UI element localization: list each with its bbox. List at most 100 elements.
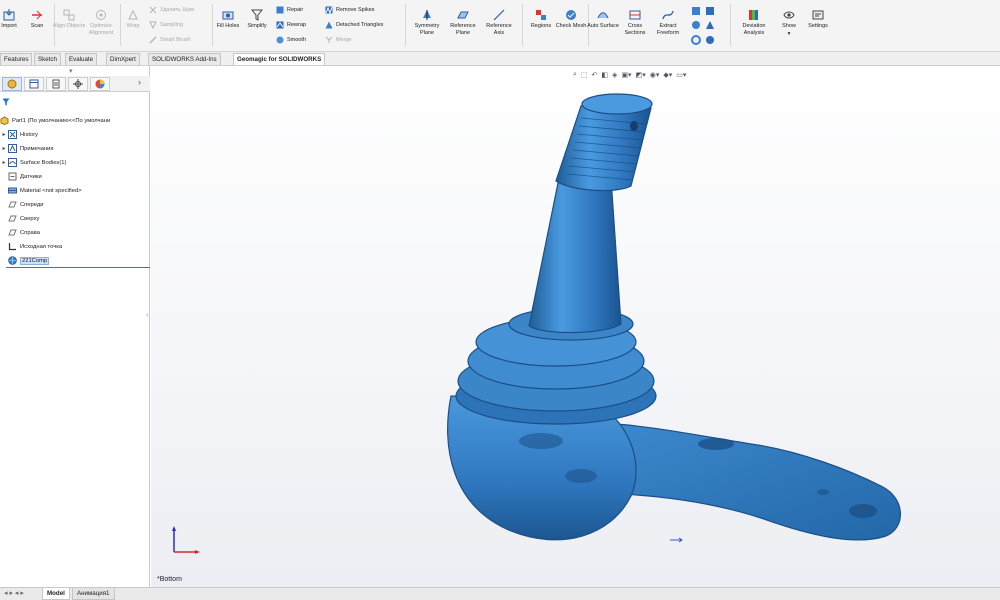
primitive-shapes-grid[interactable] — [690, 5, 720, 47]
property-manager-tab[interactable] — [24, 77, 44, 91]
crosshair-icon — [73, 79, 83, 89]
ball-joint-mesh-model[interactable] — [151, 66, 1000, 587]
tree-item-label: Сверху — [20, 215, 40, 222]
brush-icon — [149, 35, 157, 44]
view-triad-icon — [172, 526, 200, 554]
annotations-icon — [8, 144, 17, 153]
tab-sketch[interactable]: Sketch — [34, 53, 61, 65]
wrap-button[interactable]: Wrap — [116, 0, 150, 30]
reference-axis-button[interactable]: Reference Axis — [482, 0, 516, 37]
cotter-pin-hole — [630, 121, 638, 131]
tab-evaluate[interactable]: Evaluate — [65, 53, 98, 65]
regions-button[interactable]: Regions — [524, 0, 558, 30]
detached-triangles-label: Detached Triangles — [336, 21, 384, 28]
optimize-icon — [95, 8, 108, 21]
optimize-alignment-button[interactable]: Optimize Alignment — [84, 0, 118, 37]
simplify-label: Simplify — [247, 23, 267, 29]
chevron-right-icon[interactable]: › — [138, 77, 141, 87]
display-manager-tab[interactable] — [90, 77, 110, 91]
repair-label: Repair — [287, 6, 304, 13]
repair-button[interactable]: Repair — [276, 4, 303, 15]
graphics-viewport[interactable]: ⌕ ⬚ ↶ ◧ ◈ ▣▾ ◩▾ ◉▾ ◆▾ ▭▾ *Bottom — [151, 66, 1000, 587]
merge-button[interactable]: Merge — [325, 34, 352, 45]
spikes-icon — [325, 6, 333, 14]
tree-item-origin[interactable]: Исходная точка — [0, 240, 150, 253]
configuration-icon — [52, 79, 60, 89]
tab-features[interactable]: Features — [0, 53, 33, 65]
deviation-analysis-button[interactable]: Deviation Analysis — [737, 0, 771, 37]
tree-item-mesh-221comp[interactable]: 221Comp — [0, 254, 150, 267]
align-objects-button[interactable]: Align Objects — [52, 0, 86, 30]
part-icon — [0, 116, 9, 125]
symmetry-plane-button[interactable]: Symmetry Plane — [410, 0, 444, 37]
tree-item-label: Material <not specified> — [20, 187, 82, 194]
detached-triangles-button[interactable]: Detached Triangles — [325, 19, 383, 30]
feature-tree-tab[interactable] — [2, 77, 22, 91]
fill-holes-icon — [222, 8, 235, 21]
rollback-bar[interactable] — [6, 267, 150, 268]
symmetry-plane-label: Symmetry Plane — [414, 23, 440, 36]
settings-button[interactable]: Settings — [801, 0, 835, 30]
tree-item-plane-top[interactable]: Сверху — [0, 212, 150, 225]
tree-item-plane-front[interactable]: Спереди — [0, 198, 150, 211]
auto-surface-button[interactable]: Auto Surface — [586, 0, 620, 30]
deviation-analysis-label: Deviation Analysis — [742, 23, 766, 36]
check-mesh-button[interactable]: Check Mesh — [554, 0, 588, 30]
expand-arrow-icon[interactable]: ▸ — [0, 131, 8, 138]
extract-freeform-label: Extract Freeform — [656, 23, 680, 36]
delete-noise-button[interactable]: Удалить Шум — [149, 4, 194, 15]
import-label: Import — [1, 23, 17, 29]
cross-sections-icon — [629, 8, 642, 21]
tree-item-label: Справа — [20, 229, 41, 236]
plane-icon — [8, 214, 17, 223]
tree-root-part[interactable]: Part1 (По умолчанию<<По умолчани — [0, 114, 150, 127]
dimxpert-manager-tab[interactable] — [68, 77, 88, 91]
collapse-pane-arrow-icon[interactable]: ‹ — [146, 312, 148, 319]
sampling-button[interactable]: Sampling — [149, 19, 183, 30]
cross-sections-button[interactable]: Cross Sections — [618, 0, 652, 37]
tree-item-plane-right[interactable]: Справа — [0, 226, 150, 239]
merge-label: Merge — [336, 36, 352, 43]
filter-icon — [2, 98, 10, 106]
settings-label: Settings — [808, 23, 828, 29]
tree-item-surface-bodies[interactable]: ▸ Surface Bodies(1) — [0, 156, 150, 169]
tree-item-material[interactable]: Material <not specified> — [0, 184, 150, 197]
reference-plane-button[interactable]: Reference Plane — [446, 0, 480, 37]
eye-icon — [783, 8, 796, 21]
extract-freeform-button[interactable]: Extract Freeform — [651, 0, 685, 37]
tree-item-history[interactable]: ▸ History — [0, 128, 150, 141]
align-objects-label: Align Objects — [52, 23, 86, 29]
rewrap-button[interactable]: Rewrap — [276, 19, 306, 30]
tab-geomagic-for-solidworks[interactable]: Geomagic for SOLIDWORKS — [233, 53, 326, 65]
tab-dimxpert[interactable]: DimXpert — [106, 53, 140, 65]
tree-item-label: Датчики — [20, 173, 42, 180]
sampling-icon — [149, 21, 157, 29]
scan-button[interactable]: Scan — [20, 0, 54, 30]
tab-solidworks-add-ins[interactable]: SOLIDWORKS Add-Ins — [148, 53, 221, 65]
tab-model[interactable]: Model — [42, 588, 70, 600]
ribbon-separator — [405, 4, 406, 46]
tree-item-label: Примечания — [20, 145, 54, 152]
tree-item-sensors[interactable]: Датчики — [0, 170, 150, 183]
command-manager-ribbon: Import Scan Align Objects Optimize Align… — [0, 0, 1000, 52]
scroll-tabs-arrows-icon[interactable]: ◂ ▸ ◂ ▸ — [4, 589, 24, 597]
filter-bar[interactable] — [0, 96, 150, 108]
expand-arrow-icon[interactable]: ▸ — [0, 159, 8, 166]
check-mesh-icon — [565, 8, 578, 21]
view-orientation-label: *Bottom — [157, 576, 182, 583]
surface-bodies-icon — [8, 158, 17, 167]
simplify-button[interactable]: Simplify — [240, 0, 274, 30]
tree-item-annotations[interactable]: ▸ Примечания — [0, 142, 150, 155]
settings-icon — [812, 8, 825, 21]
tab-animation1[interactable]: Анимация1 — [72, 588, 115, 600]
funnel-icon — [251, 8, 264, 21]
rewrap-icon — [276, 21, 284, 28]
plane-icon — [8, 228, 17, 237]
pane-splitter-icon[interactable]: ▾ — [69, 67, 73, 75]
fill-holes-label: Fill Holes — [216, 23, 240, 29]
smart-brush-button[interactable]: Smart Brush — [149, 34, 191, 45]
smooth-button[interactable]: Smooth — [276, 34, 306, 45]
expand-arrow-icon[interactable]: ▸ — [0, 145, 8, 152]
remove-spikes-button[interactable]: Remove Spikes — [325, 4, 375, 15]
configuration-manager-tab[interactable] — [46, 77, 66, 91]
